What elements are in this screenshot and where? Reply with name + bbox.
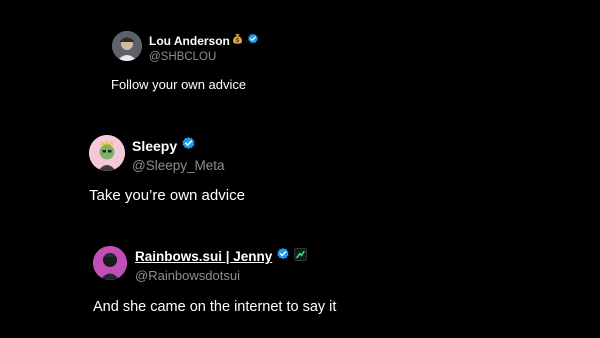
- verified-badge-icon: [181, 136, 196, 156]
- tweet-header: Rainbows.sui | Jenny @Rainbowsdotsui: [93, 246, 308, 283]
- handle[interactable]: @SHBCLOU: [149, 51, 259, 63]
- reply-tweet[interactable]: Sleepy @Sleepy_Meta Take you’re own advi…: [89, 135, 245, 204]
- author-meta: Lou Anderson $ @SHBCLOU: [149, 32, 259, 63]
- avatar-image: [112, 31, 142, 61]
- avatar-image: [89, 135, 125, 171]
- avatar[interactable]: [93, 246, 127, 280]
- reply-tweet[interactable]: Rainbows.sui | Jenny @Rainbowsdotsui And…: [93, 246, 336, 315]
- verified-badge-icon: [276, 247, 290, 266]
- display-name[interactable]: Lou Anderson: [149, 34, 230, 48]
- avatar[interactable]: [89, 135, 125, 171]
- avatar-image: [93, 246, 127, 280]
- handle[interactable]: @Sleepy_Meta: [132, 158, 225, 173]
- svg-text:$: $: [235, 37, 239, 44]
- avatar[interactable]: [112, 31, 142, 61]
- reply-tweet[interactable]: Lou Anderson $ @SHBCLOU Follow your own …: [111, 31, 259, 92]
- display-name[interactable]: Rainbows.sui | Jenny: [135, 249, 272, 264]
- money-bag-icon: $: [231, 32, 244, 50]
- tweet-text: Follow your own advice: [111, 77, 247, 92]
- tweet-text: Take you’re own advice: [89, 187, 245, 204]
- tweet-header: Lou Anderson $ @SHBCLOU: [112, 31, 259, 63]
- screen: { "theme": { "background": "#000000", "t…: [0, 0, 600, 338]
- name-row: Sleepy: [132, 136, 225, 156]
- verified-badge-icon: [247, 32, 259, 50]
- display-name[interactable]: Sleepy: [132, 138, 177, 154]
- tweet-text: And she came on the internet to say it: [93, 299, 337, 315]
- author-meta: Sleepy @Sleepy_Meta: [132, 136, 225, 173]
- name-row: Rainbows.sui | Jenny: [135, 247, 308, 266]
- affiliate-badge-icon[interactable]: [294, 247, 308, 266]
- tweet-header: Sleepy @Sleepy_Meta: [89, 135, 225, 173]
- handle[interactable]: @Rainbowsdotsui: [135, 268, 307, 283]
- name-row: Lou Anderson $: [149, 32, 259, 50]
- author-meta: Rainbows.sui | Jenny @Rainbowsdotsui: [135, 247, 308, 283]
